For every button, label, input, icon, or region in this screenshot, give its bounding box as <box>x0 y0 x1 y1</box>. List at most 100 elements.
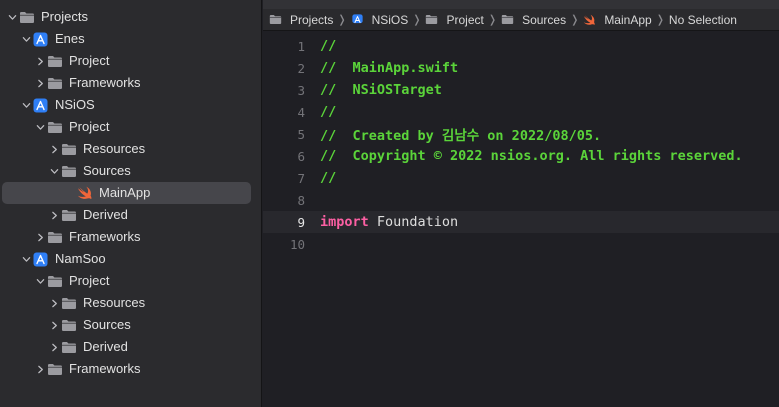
code-line[interactable]: 8 <box>263 189 779 211</box>
tree-item-label: Projects <box>41 9 88 24</box>
tree-item-resources[interactable]: Resources <box>0 138 261 160</box>
chevron-down-icon[interactable] <box>47 160 61 182</box>
code-text: // <box>320 170 336 186</box>
chevron-down-icon[interactable] <box>33 270 47 292</box>
tree-item-frameworks[interactable]: Frameworks <box>0 72 261 94</box>
tree-item-label: Frameworks <box>69 229 141 244</box>
folder-icon <box>47 72 65 94</box>
swift-file-icon <box>583 14 600 26</box>
app-target-icon <box>33 94 51 116</box>
line-number: 1 <box>297 38 305 54</box>
chevron-down-icon[interactable] <box>5 6 19 28</box>
chevron-right-icon[interactable] <box>33 358 47 380</box>
chevron-down-icon[interactable] <box>19 248 33 270</box>
chevron-right-icon[interactable] <box>47 204 61 226</box>
line-number: 10 <box>289 236 305 252</box>
chevron-separator-icon: ❭ <box>337 14 347 26</box>
folder-icon <box>61 314 79 336</box>
project-navigator: Projects Enes Project Frameworks NSiOS Projec… <box>0 0 262 407</box>
folder-icon <box>47 226 65 248</box>
chevron-down-icon[interactable] <box>33 116 47 138</box>
code-line[interactable]: 7 // <box>263 167 779 189</box>
code-line[interactable]: 1 // <box>263 35 779 57</box>
code-line[interactable]: 6 // Copyright © 2022 nsios.org. All righ… <box>263 145 779 167</box>
tree-item-label: Derived <box>83 207 128 222</box>
tree-item-label: Frameworks <box>69 361 141 376</box>
tree-item-derived[interactable]: Derived <box>0 204 261 226</box>
chevron-right-icon[interactable] <box>47 336 61 358</box>
tree-item-label: Resources <box>83 141 146 156</box>
folder-icon <box>61 138 79 160</box>
line-number: 3 <box>297 82 305 98</box>
breadcrumb-item[interactable]: No Selection <box>669 13 737 27</box>
folder-icon <box>47 116 65 138</box>
chevron-down-icon[interactable] <box>19 94 33 116</box>
app-target-icon <box>351 14 368 25</box>
tree-item-label: Enes <box>55 31 85 46</box>
code-line[interactable]: 4 // <box>263 101 779 123</box>
tree-item-projects[interactable]: Projects <box>0 6 261 28</box>
breadcrumb-label: Sources <box>522 12 567 27</box>
code-line[interactable]: 3 // NSiOSTarget <box>263 79 779 101</box>
source-editor: Projects ❭ NSiOS ❭ Project ❭ Sources ❭ MainApp ❭ N… <box>263 0 779 407</box>
tree-item-sources[interactable]: Sources <box>0 314 261 336</box>
line-number: 7 <box>297 170 305 186</box>
breadcrumb-label: MainApp <box>604 12 652 27</box>
tree-item-label: Resources <box>83 295 146 310</box>
tree-item-project[interactable]: Project <box>0 50 261 72</box>
comment-token: // <box>320 38 337 54</box>
tree-item-nsios[interactable]: NSiOS <box>0 94 261 116</box>
code-text: import Foundation <box>320 214 458 230</box>
breadcrumb-item[interactable]: NSiOS <box>351 13 408 27</box>
code-line[interactable]: 10 <box>263 233 779 255</box>
line-number: 8 <box>297 192 305 208</box>
swift-file-icon <box>77 182 95 204</box>
breadcrumb-item[interactable]: Projects <box>269 13 333 27</box>
breadcrumb-item[interactable]: MainApp <box>583 12 652 27</box>
code-line[interactable]: 5 // Created by 김남수 on 2022/08/05. <box>263 123 779 145</box>
code-line[interactable]: 9 import Foundation <box>263 211 779 233</box>
folder-icon <box>425 14 442 25</box>
tree-item-resources[interactable]: Resources <box>0 292 261 314</box>
code-text: // <box>320 38 336 54</box>
chevron-right-icon[interactable] <box>47 292 61 314</box>
tree-item-project[interactable]: Project <box>0 116 261 138</box>
comment-token: // <box>320 170 337 186</box>
tree-item-label: Project <box>69 273 110 288</box>
chevron-right-icon[interactable] <box>33 72 47 94</box>
comment-token: // NSiOSTarget <box>320 82 442 98</box>
tree-item-label: NamSoo <box>55 251 106 266</box>
chevron-separator-icon: ❭ <box>412 14 422 26</box>
code-line[interactable]: 2 // MainApp.swift <box>263 57 779 79</box>
chevron-down-icon[interactable] <box>19 28 33 50</box>
chevron-right-icon[interactable] <box>33 50 47 72</box>
line-number: 5 <box>297 126 305 142</box>
folder-icon <box>47 358 65 380</box>
chevron-right-icon[interactable] <box>47 314 61 336</box>
tree-item-label: NSiOS <box>55 97 95 112</box>
chevron-right-icon[interactable] <box>47 138 61 160</box>
code-text: // MainApp.swift <box>320 60 458 76</box>
tree-item-frameworks[interactable]: Frameworks <box>0 226 261 248</box>
chevron-separator-icon: ❭ <box>570 14 580 26</box>
code-area[interactable]: 1 // 2 // MainApp.swift 3 // NSiOSTarget 4 // 5 /… <box>263 35 779 407</box>
breadcrumb-item[interactable]: Sources <box>501 13 566 27</box>
folder-icon <box>269 14 286 25</box>
folder-icon <box>19 6 37 28</box>
tree-item-label: Project <box>69 53 110 68</box>
tree-item-label: Sources <box>83 163 131 178</box>
tree-item-enes[interactable]: Enes <box>0 28 261 50</box>
folder-icon <box>61 292 79 314</box>
tree-item-frameworks[interactable]: Frameworks <box>0 358 261 380</box>
breadcrumb-item[interactable]: Project <box>425 13 484 27</box>
tree-item-mainapp[interactable]: MainApp <box>0 182 261 204</box>
chevron-separator-icon: ❭ <box>655 14 665 26</box>
code-text: // NSiOSTarget <box>320 82 442 98</box>
folder-icon <box>47 270 65 292</box>
tree-item-namsoo[interactable]: NamSoo <box>0 248 261 270</box>
chevron-right-icon[interactable] <box>33 226 47 248</box>
tree-item-derived[interactable]: Derived <box>0 336 261 358</box>
identifier-token: Foundation <box>368 214 459 230</box>
tree-item-sources[interactable]: Sources <box>0 160 261 182</box>
tree-item-project[interactable]: Project <box>0 270 261 292</box>
